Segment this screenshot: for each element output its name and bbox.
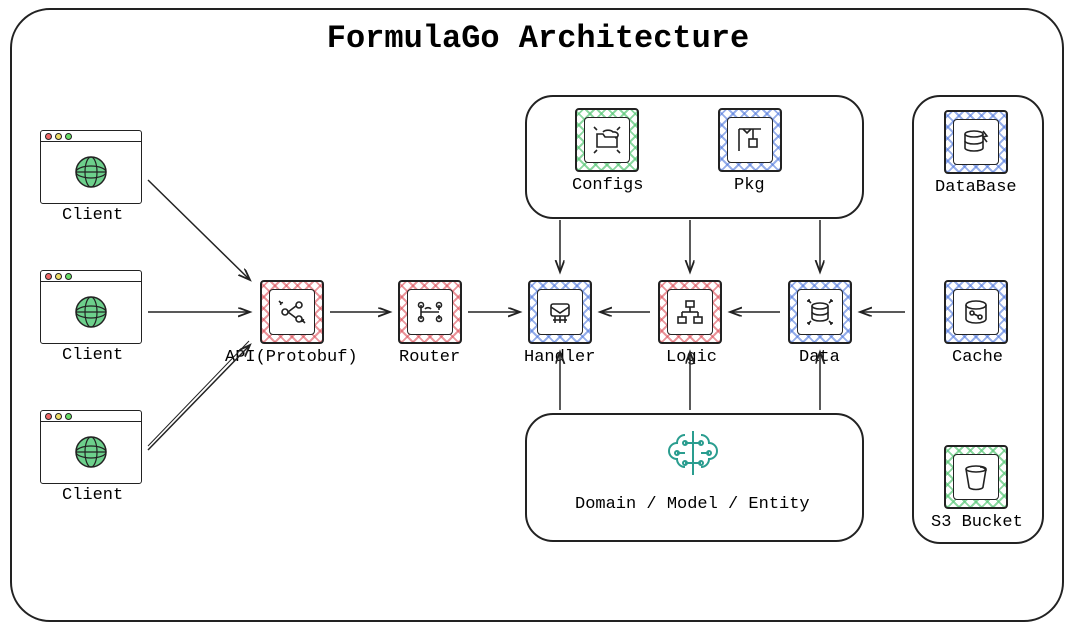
pkg-label: Pkg xyxy=(734,176,765,195)
data-node xyxy=(788,280,852,344)
api-icon xyxy=(275,295,309,329)
logic-icon xyxy=(673,295,707,329)
pkg-icon xyxy=(733,123,767,157)
client-box-2 xyxy=(40,270,142,344)
brain-icon xyxy=(665,425,721,481)
router-node xyxy=(398,280,462,344)
configs-node xyxy=(575,108,639,172)
handler-icon xyxy=(543,295,577,329)
api-label: API(Protobuf) xyxy=(225,348,358,367)
globe-icon xyxy=(71,432,111,472)
domain-label: Domain / Model / Entity xyxy=(575,495,810,514)
configs-label: Configs xyxy=(572,176,643,195)
database-node xyxy=(944,110,1008,174)
globe-icon xyxy=(71,152,111,192)
logic-node xyxy=(658,280,722,344)
api-node xyxy=(260,280,324,344)
client-label-3: Client xyxy=(62,486,123,505)
s3-label: S3 Bucket xyxy=(931,513,1023,532)
pkg-node xyxy=(718,108,782,172)
database-icon xyxy=(959,125,993,159)
domain-icon-wrap xyxy=(665,425,721,485)
data-label: Data xyxy=(799,348,840,367)
diagram-canvas: FormulaGo Architecture Client Client xyxy=(0,0,1076,632)
configs-icon xyxy=(590,123,624,157)
database-label: DataBase xyxy=(935,178,1017,197)
client-label-2: Client xyxy=(62,346,123,365)
client-box-1 xyxy=(40,130,142,204)
client-box-3 xyxy=(40,410,142,484)
diagram-title: FormulaGo Architecture xyxy=(0,20,1076,57)
bucket-icon xyxy=(959,460,993,494)
client-label-1: Client xyxy=(62,206,123,225)
logic-label: Logic xyxy=(666,348,717,367)
data-icon xyxy=(803,295,837,329)
router-label: Router xyxy=(399,348,460,367)
handler-label: Handler xyxy=(524,348,595,367)
cache-node xyxy=(944,280,1008,344)
handler-node xyxy=(528,280,592,344)
cache-icon xyxy=(959,295,993,329)
s3-node xyxy=(944,445,1008,509)
globe-icon xyxy=(71,292,111,332)
cache-label: Cache xyxy=(952,348,1003,367)
router-icon xyxy=(413,295,447,329)
